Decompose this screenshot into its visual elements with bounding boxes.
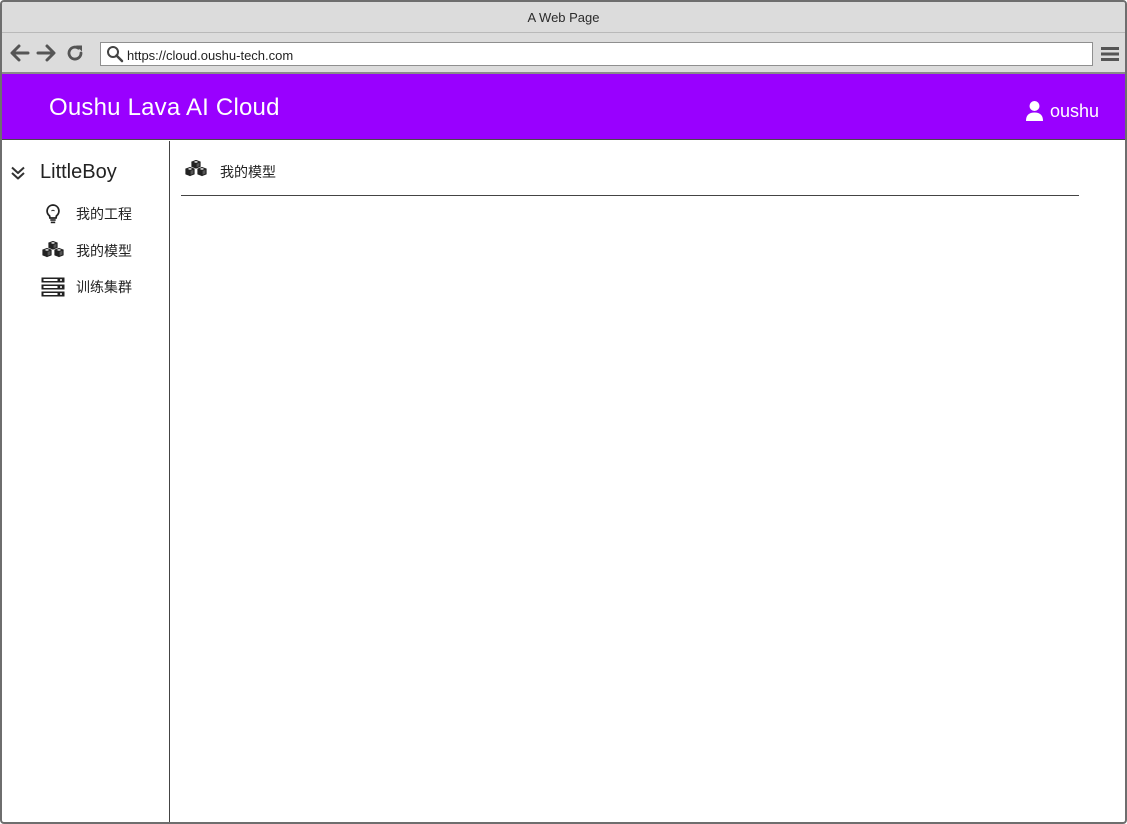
sidebar: LittleBoy 我的工程 我的模型 训练集群 (2, 141, 170, 822)
window-title: A Web Page (527, 9, 600, 25)
reload-button[interactable] (65, 43, 85, 63)
cubes-icon (184, 159, 208, 181)
sidebar-item-clusters[interactable]: 训练集群 (40, 276, 132, 298)
sidebar-item-models[interactable]: 我的模型 (40, 240, 132, 262)
reload-icon (67, 45, 83, 61)
app-header: Oushu Lava AI Cloud oushu (2, 74, 1125, 140)
page-title: 我的模型 (220, 165, 276, 181)
address-bar[interactable] (100, 42, 1093, 66)
user-name: oushu (1049, 100, 1099, 121)
project-name: LittleBoy (40, 161, 117, 183)
arrow-left-icon (10, 44, 30, 62)
arrow-right-icon (36, 44, 56, 62)
sidebar-item-projects[interactable]: 我的工程 (40, 203, 132, 225)
sidebar-item-label: 我的工程 (76, 207, 132, 223)
page-header: 我的模型 (181, 159, 1079, 196)
double-chevron-down-icon (11, 166, 25, 179)
user-icon (1025, 101, 1043, 121)
forward-button[interactable] (36, 43, 56, 63)
project-toggle[interactable]: LittleBoy (10, 161, 117, 184)
search-icon (107, 46, 124, 63)
sidebar-item-label: 我的模型 (76, 244, 132, 260)
app-title[interactable]: Oushu Lava AI Cloud (49, 94, 280, 122)
main-content: 我的模型 (172, 141, 1125, 822)
lightbulb-icon (40, 203, 66, 225)
browser-toolbar (2, 33, 1125, 74)
url-input[interactable] (127, 45, 1092, 63)
cubes-icon (40, 240, 66, 262)
browser-window: A Web Page https://cloud.oushu-tech.com … (0, 0, 1127, 824)
server-icon (40, 276, 66, 298)
sidebar-item-label: 训练集群 (76, 280, 132, 296)
back-button[interactable] (10, 43, 30, 63)
window-titlebar: A Web Page (2, 2, 1125, 33)
browser-menu-button[interactable] (1100, 45, 1120, 63)
user-menu[interactable]: oushu (1025, 100, 1099, 122)
hamburger-menu-icon (1101, 47, 1119, 61)
